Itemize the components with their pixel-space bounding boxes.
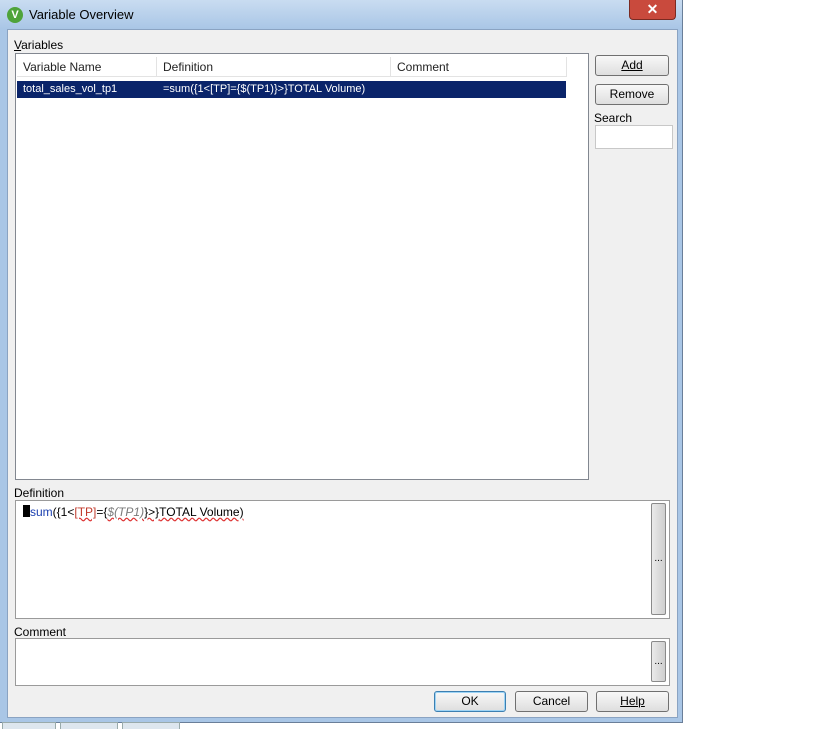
add-button[interactable]: Add (595, 55, 669, 76)
close-button[interactable]: ✕ (629, 0, 676, 20)
remove-button-label: Remove (609, 87, 655, 101)
cancel-button-label: Cancel (532, 694, 571, 708)
search-label: Search (594, 111, 633, 125)
function-token: sum (30, 505, 53, 519)
ok-button[interactable]: OK (434, 691, 506, 712)
assign-token: ={ (96, 505, 108, 519)
search-input[interactable] (595, 125, 673, 149)
qlikview-app-icon: V (7, 7, 23, 23)
add-button-label: Add (621, 58, 643, 72)
variable-token: $(TP1) (107, 505, 145, 519)
definition-label: Definition (14, 486, 65, 500)
comment-expand-button[interactable]: ... (651, 641, 666, 682)
row-variable-name: total_sales_vol_tp1 (23, 83, 118, 95)
rest-token: TOTAL Volume) (159, 505, 244, 519)
variables-list[interactable]: Variable Name Definition Comment total_s… (15, 53, 589, 480)
column-header-definition[interactable]: Definition (157, 57, 391, 77)
ok-button-label: OK (461, 694, 479, 708)
comment-editor[interactable]: ... (15, 638, 670, 686)
column-header-variable-name[interactable]: Variable Name (17, 57, 157, 77)
definition-code: sum({1<[TP]={$(TP1)}>}TOTAL Volume) (23, 505, 244, 519)
field-token: [TP] (74, 505, 97, 519)
dialog-title: Variable Overview (29, 7, 134, 22)
help-button-label: Help (620, 694, 645, 708)
help-button[interactable]: Help (596, 691, 669, 712)
text-cursor (23, 505, 30, 517)
set-close-token: }>} (144, 505, 160, 519)
definition-editor[interactable]: sum({1<[TP]={$(TP1)}>}TOTAL Volume) ... (15, 500, 670, 619)
dialog-client-area: Variables Variable Name Definition Comme… (7, 29, 678, 718)
title-bar: V Variable Overview ✕ (0, 0, 682, 29)
cancel-button[interactable]: Cancel (515, 691, 588, 712)
variables-label: Variables (14, 38, 64, 52)
variable-overview-dialog: V Variable Overview ✕ Variables Variable… (0, 0, 683, 723)
comment-label: Comment (14, 625, 67, 639)
table-row[interactable]: total_sales_vol_tp1 =sum({1<[TP]={$(TP1)… (17, 81, 566, 98)
list-header: Variable Name Definition Comment (17, 57, 585, 78)
remove-button[interactable]: Remove (595, 84, 669, 105)
column-header-comment[interactable]: Comment (391, 57, 567, 77)
row-definition: =sum({1<[TP]={$(TP1)}>}TOTAL Volume) (163, 83, 366, 95)
set-open-token: ({1< (52, 505, 75, 519)
definition-expand-button[interactable]: ... (651, 503, 666, 615)
